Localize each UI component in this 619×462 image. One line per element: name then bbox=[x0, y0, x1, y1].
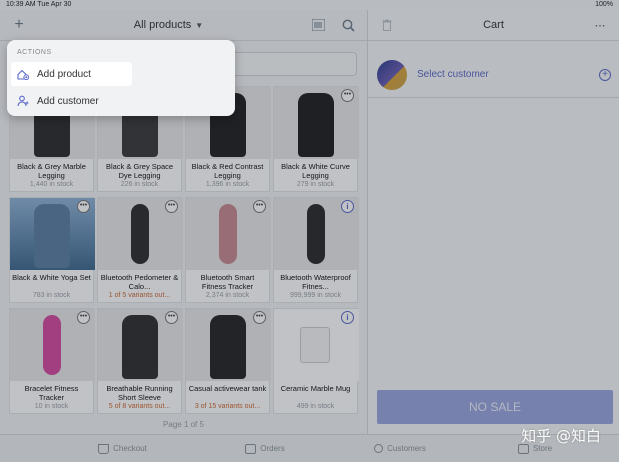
menu-item-add-customer-label: Add customer bbox=[37, 95, 99, 107]
add-product-icon bbox=[17, 68, 30, 81]
menu-item-add-product[interactable]: Add product bbox=[11, 62, 132, 86]
watermark-text: 知乎 @知白 bbox=[521, 427, 601, 445]
pos-screen: 10:39 AM Tue Apr 30 100% + All products … bbox=[0, 0, 619, 462]
add-customer-icon bbox=[17, 95, 29, 107]
actions-menu-header: ACTIONS bbox=[17, 49, 52, 56]
menu-item-add-customer[interactable]: Add customer bbox=[11, 89, 132, 113]
actions-menu: ACTIONS Add product Add customer bbox=[7, 40, 235, 116]
menu-item-add-product-label: Add product bbox=[37, 68, 91, 80]
